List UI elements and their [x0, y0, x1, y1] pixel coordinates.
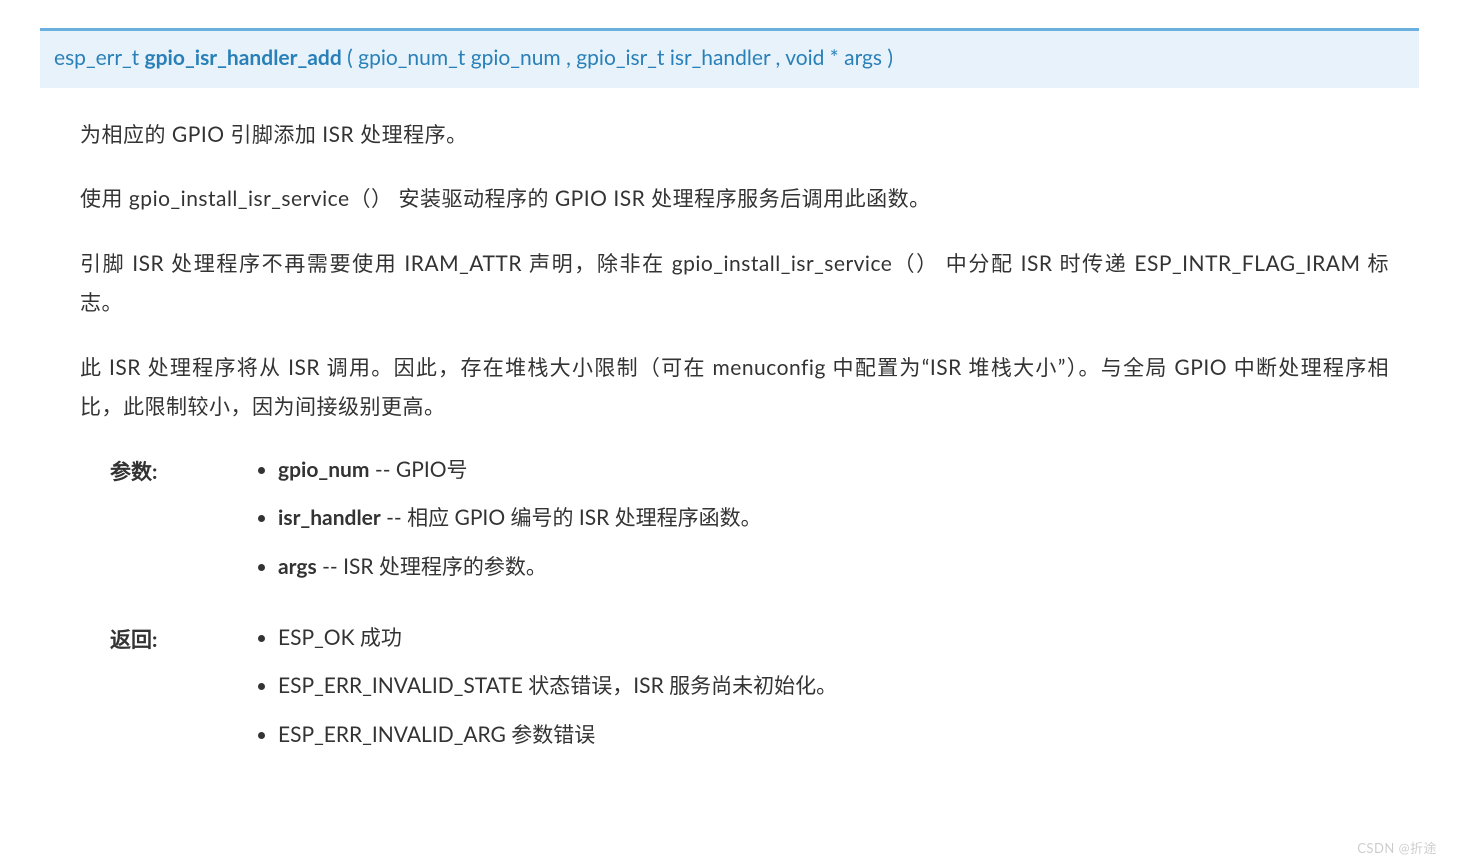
- return-item: ESP_ERR_INVALID_STATE 状态错误，ISR 服务尚未初始化。: [278, 669, 1389, 704]
- param-item-desc: ISR 处理程序的参数。: [343, 554, 547, 579]
- desc-paragraph: 此 ISR 处理程序将从 ISR 调用。因此，存在堆栈大小限制（可在 menuc…: [80, 349, 1389, 427]
- description-block: 为相应的 GPIO 引脚添加 ISR 处理程序。 使用 gpio_install…: [40, 116, 1419, 753]
- param-type: void *: [785, 45, 839, 70]
- desc-paragraph: 为相应的 GPIO 引脚添加 ISR 处理程序。: [80, 116, 1389, 155]
- returns-label: 返回:: [110, 621, 240, 753]
- close-paren: ): [887, 45, 893, 70]
- param-item-sep: --: [375, 457, 396, 482]
- param-item-sep: --: [386, 505, 407, 530]
- desc-paragraph: 使用 gpio_install_isr_service（） 安装驱动程序的 GP…: [80, 180, 1389, 219]
- watermark: CSDN @折途: [1357, 838, 1437, 859]
- param-item-name: gpio_num: [278, 457, 370, 482]
- param-name: isr_handler: [670, 45, 770, 70]
- field-list: 参数: gpio_num -- GPIO号 isr_handler -- 相应 …: [80, 453, 1389, 753]
- param-name: gpio_num: [471, 45, 561, 70]
- param-item-desc: GPIO号: [396, 457, 468, 482]
- param-item-name: args: [278, 554, 317, 579]
- param-item: isr_handler -- 相应 GPIO 编号的 ISR 处理程序函数。: [278, 501, 1389, 536]
- param-item: gpio_num -- GPIO号: [278, 453, 1389, 488]
- param-name: args: [844, 45, 882, 70]
- param-item-name: isr_handler: [278, 505, 381, 530]
- param-type: gpio_num_t: [358, 45, 465, 70]
- param-item-desc: 相应 GPIO 编号的 ISR 处理程序函数。: [407, 505, 762, 530]
- params-label: 参数:: [110, 453, 240, 585]
- param-type: gpio_isr_t: [576, 45, 664, 70]
- params-body: gpio_num -- GPIO号 isr_handler -- 相应 GPIO…: [250, 453, 1389, 585]
- returns-body: ESP_OK 成功 ESP_ERR_INVALID_STATE 状态错误，ISR…: [250, 621, 1389, 753]
- return-item: ESP_ERR_INVALID_ARG 参数错误: [278, 718, 1389, 753]
- desc-paragraph: 引脚 ISR 处理程序不再需要使用 IRAM_ATTR 声明，除非在 gpio_…: [80, 245, 1389, 323]
- return-type: esp_err_t: [54, 45, 139, 70]
- return-item: ESP_OK 成功: [278, 621, 1389, 656]
- function-signature: esp_err_t gpio_isr_handler_add ( gpio_nu…: [40, 28, 1419, 88]
- open-paren: (: [347, 45, 353, 70]
- param-item-sep: --: [322, 554, 343, 579]
- function-name: gpio_isr_handler_add: [145, 45, 342, 70]
- param-item: args -- ISR 处理程序的参数。: [278, 550, 1389, 585]
